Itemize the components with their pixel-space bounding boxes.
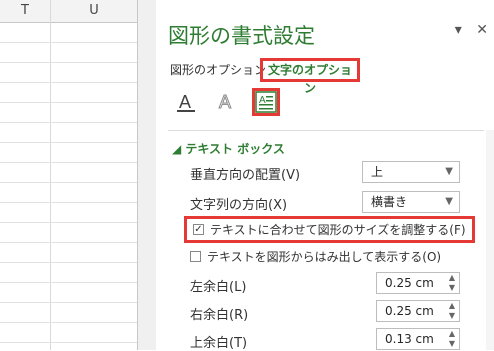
row-line [0, 282, 138, 283]
autofit-shape-checkbox-row[interactable]: ✓ テキストに合わせて図形のサイズを調整する(F) [184, 216, 475, 243]
spinner-arrows-icon[interactable]: ▲ ▼ [449, 273, 455, 293]
left-margin-spinner[interactable]: 0.25 cm ▲ ▼ [376, 272, 460, 294]
vertical-alignment-dropdown[interactable]: 上 ▼ [362, 161, 460, 183]
vertical-alignment-label: 垂直方向の配置(V) [190, 168, 301, 183]
svg-text:A: A [219, 92, 231, 112]
text-direction-label: 文字列の方向(X) [190, 198, 288, 213]
chevron-down-icon: ▼ [445, 166, 453, 177]
row-line [0, 342, 138, 343]
panel-title: 図形の書式設定 [168, 24, 315, 48]
row-line [0, 302, 138, 303]
row-line [0, 322, 138, 323]
tab-shape-options[interactable]: 図形のオプション [170, 58, 266, 82]
panel-scrollbar[interactable] [486, 130, 494, 350]
row-line [0, 62, 138, 63]
panel-controls: ▾ ✕ [445, 22, 488, 38]
spinner-arrows-icon[interactable]: ▲ ▼ [449, 329, 455, 349]
collapse-triangle-icon: ◢ [172, 142, 182, 156]
panel-divider [168, 130, 484, 131]
tab-text-options[interactable]: 文字のオプション [260, 58, 360, 95]
top-margin-spinner[interactable]: 0.13 cm ▲ ▼ [376, 328, 460, 350]
column-header-t[interactable]: T [0, 0, 50, 23]
overflow-checkbox[interactable] [190, 251, 201, 262]
autofit-checkbox[interactable]: ✓ [193, 224, 204, 235]
spreadsheet-grid[interactable]: T U [0, 0, 138, 350]
row-line [0, 262, 138, 263]
left-margin-label: 左余白(L) [190, 280, 247, 295]
format-shape-panel: 図形の書式設定 ▾ ✕ 図形のオプション 文字のオプション A A A ◢ テキ… [156, 0, 494, 351]
column-header-u[interactable]: U [51, 0, 137, 23]
row-line [0, 102, 138, 103]
row-line [0, 162, 138, 163]
right-margin-spinner[interactable]: 0.25 cm ▲ ▼ [376, 300, 460, 322]
text-effects-icon[interactable]: A [212, 88, 240, 116]
top-margin-label: 上余白(T) [190, 336, 248, 351]
text-box-icon[interactable]: A [252, 88, 280, 116]
row-line [0, 182, 138, 183]
row-line [0, 202, 138, 203]
svg-text:A: A [179, 92, 191, 112]
row-line [0, 82, 138, 83]
column-divider [50, 0, 51, 350]
spinner-arrows-icon[interactable]: ▲ ▼ [449, 301, 455, 321]
spreadsheet-scrollbar[interactable] [137, 0, 156, 350]
section-text-box[interactable]: ◢ テキスト ボックス [172, 140, 285, 157]
right-margin-label: 右余白(R) [190, 308, 249, 323]
row-line [0, 42, 138, 43]
panel-options-icon[interactable]: ▾ [455, 22, 462, 38]
row-line [0, 242, 138, 243]
overflow-text-checkbox-row[interactable]: テキストを図形からはみ出して表示する(O) [190, 248, 441, 265]
chevron-down-icon: ▼ [445, 196, 453, 207]
close-icon[interactable]: ✕ [476, 22, 488, 38]
text-direction-dropdown[interactable]: 横書き ▼ [362, 191, 460, 213]
row-line [0, 122, 138, 123]
row-line [0, 222, 138, 223]
row-line [0, 142, 138, 143]
text-fill-outline-icon[interactable]: A [172, 88, 200, 116]
